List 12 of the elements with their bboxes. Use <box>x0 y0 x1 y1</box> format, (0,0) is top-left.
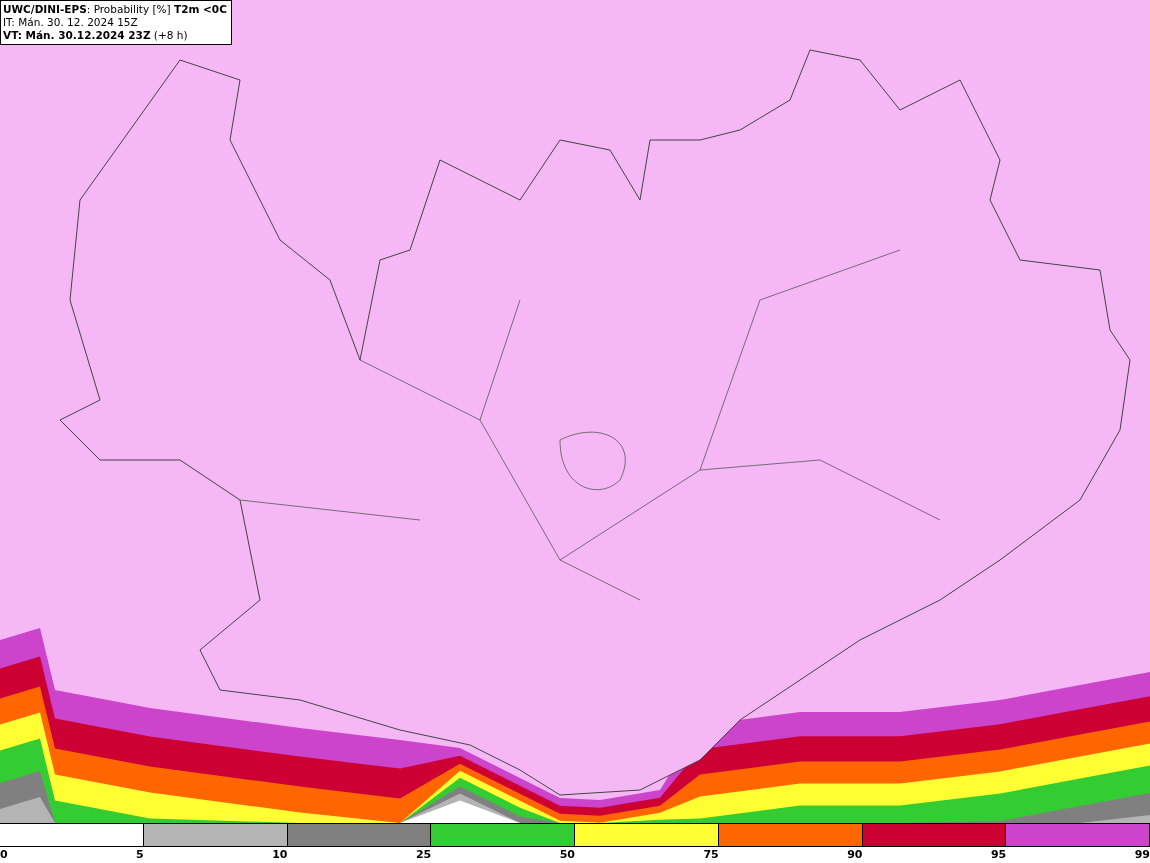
colorbar-tick-label: 0 <box>0 848 8 861</box>
colorbar-tick-label: 25 <box>415 848 432 861</box>
header-line: VT: Mán. 30.12.2024 23Z (+8 h) <box>3 29 189 42</box>
colorbar-tick-label: 5 <box>136 848 144 861</box>
colorbar-tick-label: 90 <box>847 848 863 861</box>
colorbar-tick-label: 75 <box>703 848 719 861</box>
colorbar-tick-label: 10 <box>272 848 288 861</box>
colorbar-tick-label: 99 <box>1134 848 1150 861</box>
header-line: IT: Mán. 30. 12. 2024 15Z <box>3 16 139 29</box>
colorbar-tick-label: 95 <box>990 848 1007 861</box>
header-line: UWC/DINI-EPS: Probability [%] T2m <0C <box>3 3 227 16</box>
colorbar-tick-label: 50 <box>559 848 575 861</box>
